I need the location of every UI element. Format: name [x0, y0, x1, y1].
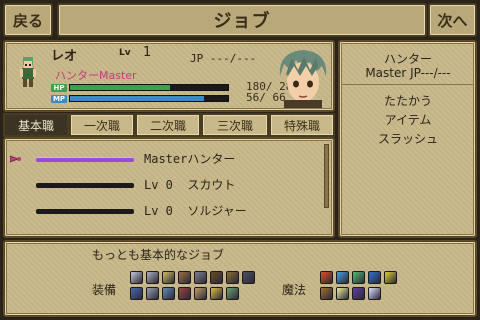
back-button[interactable]: 戻る [3, 3, 53, 37]
character-sprite-icon [20, 57, 36, 87]
job-progress-bar [36, 157, 134, 162]
thunder-icon [384, 271, 397, 284]
tab-first[interactable]: 一次職 [69, 113, 135, 137]
bow-icon [226, 271, 239, 284]
job-level: Master [144, 152, 188, 166]
job-info-panel [3, 240, 477, 317]
level-value: 1 [143, 45, 152, 60]
fire-icon [320, 271, 333, 284]
dagger-icon [146, 271, 159, 284]
job-entry-text: Masterハンター [144, 150, 235, 167]
job-progress-bar [36, 209, 134, 214]
hp-bar-fill [70, 85, 171, 90]
detail-divider [341, 84, 474, 85]
job-list-scrollbar[interactable] [324, 144, 329, 208]
tab-basic[interactable]: 基本職 [3, 113, 69, 137]
job-progress-bar [36, 183, 134, 188]
skill-item: たたかう [383, 94, 432, 108]
gun-icon [242, 271, 255, 284]
detail-job-name: ハンター [383, 52, 432, 66]
page-title: ジョブ [57, 3, 427, 37]
level-label: Lv [119, 48, 131, 58]
job-level: Lv 0 [144, 178, 188, 192]
magic-label: 魔法 [282, 283, 307, 297]
sword-icon [130, 271, 143, 284]
ring-icon [210, 287, 223, 300]
hammer-icon [194, 271, 207, 284]
detail-master-jp: Master JP---/--- [365, 66, 451, 80]
water-icon [368, 271, 381, 284]
character-portrait [279, 50, 327, 108]
cursor-pointer-icon [10, 155, 21, 163]
earth-icon [320, 287, 333, 300]
tab-second[interactable]: 二次職 [135, 113, 201, 137]
helmet-icon [146, 287, 159, 300]
job-name: ハンター [187, 152, 236, 166]
jp-value: JP ---/--- [190, 52, 257, 65]
wind-icon [352, 271, 365, 284]
ice-icon [336, 271, 349, 284]
hp-tag: HP [51, 84, 67, 92]
skill-item: アイテム [384, 113, 432, 127]
accessory-icon [226, 287, 239, 300]
job-level: Lv 0 [144, 204, 188, 218]
shield-icon [130, 287, 143, 300]
hp-bar [69, 84, 229, 91]
robe-icon [178, 287, 191, 300]
job-entry-text: Lv 0 ソルジャー [144, 202, 247, 219]
job-name: スカウト [187, 178, 236, 192]
axe-icon [178, 271, 191, 284]
equipment-label: 装備 [92, 283, 117, 297]
mp-tag: MP [51, 95, 67, 103]
holy-icon [368, 287, 381, 300]
mp-bar [69, 95, 229, 102]
armor-icon [162, 287, 175, 300]
job-description: もっとも基本的なジョブ [92, 248, 225, 262]
job-screen: 戻る ジョブ 次へ レオ Lv 1 JP ---/--- ハンターMaster … [0, 0, 480, 320]
job-list-item[interactable]: Lv 0 ソルジャー [8, 201, 323, 223]
tab-third[interactable]: 三次職 [201, 113, 269, 137]
next-button[interactable]: 次へ [428, 3, 477, 37]
current-job: ハンターMaster [55, 69, 137, 82]
tab-special[interactable]: 特殊職 [269, 113, 335, 137]
job-name: ソルジャー [187, 204, 247, 218]
skill-item: スラッシュ [377, 132, 438, 146]
job-list-item[interactable]: Masterハンター [8, 149, 323, 171]
job-entry-text: Lv 0 スカウト [144, 176, 235, 193]
gloves-icon [194, 287, 207, 300]
light-icon [336, 287, 349, 300]
spear-icon [162, 271, 175, 284]
dark-icon [352, 287, 365, 300]
job-list-item[interactable]: Lv 0 スカウト [8, 175, 323, 197]
staff-icon [210, 271, 223, 284]
character-name: レオ [51, 49, 78, 64]
mp-bar-fill [70, 96, 204, 101]
